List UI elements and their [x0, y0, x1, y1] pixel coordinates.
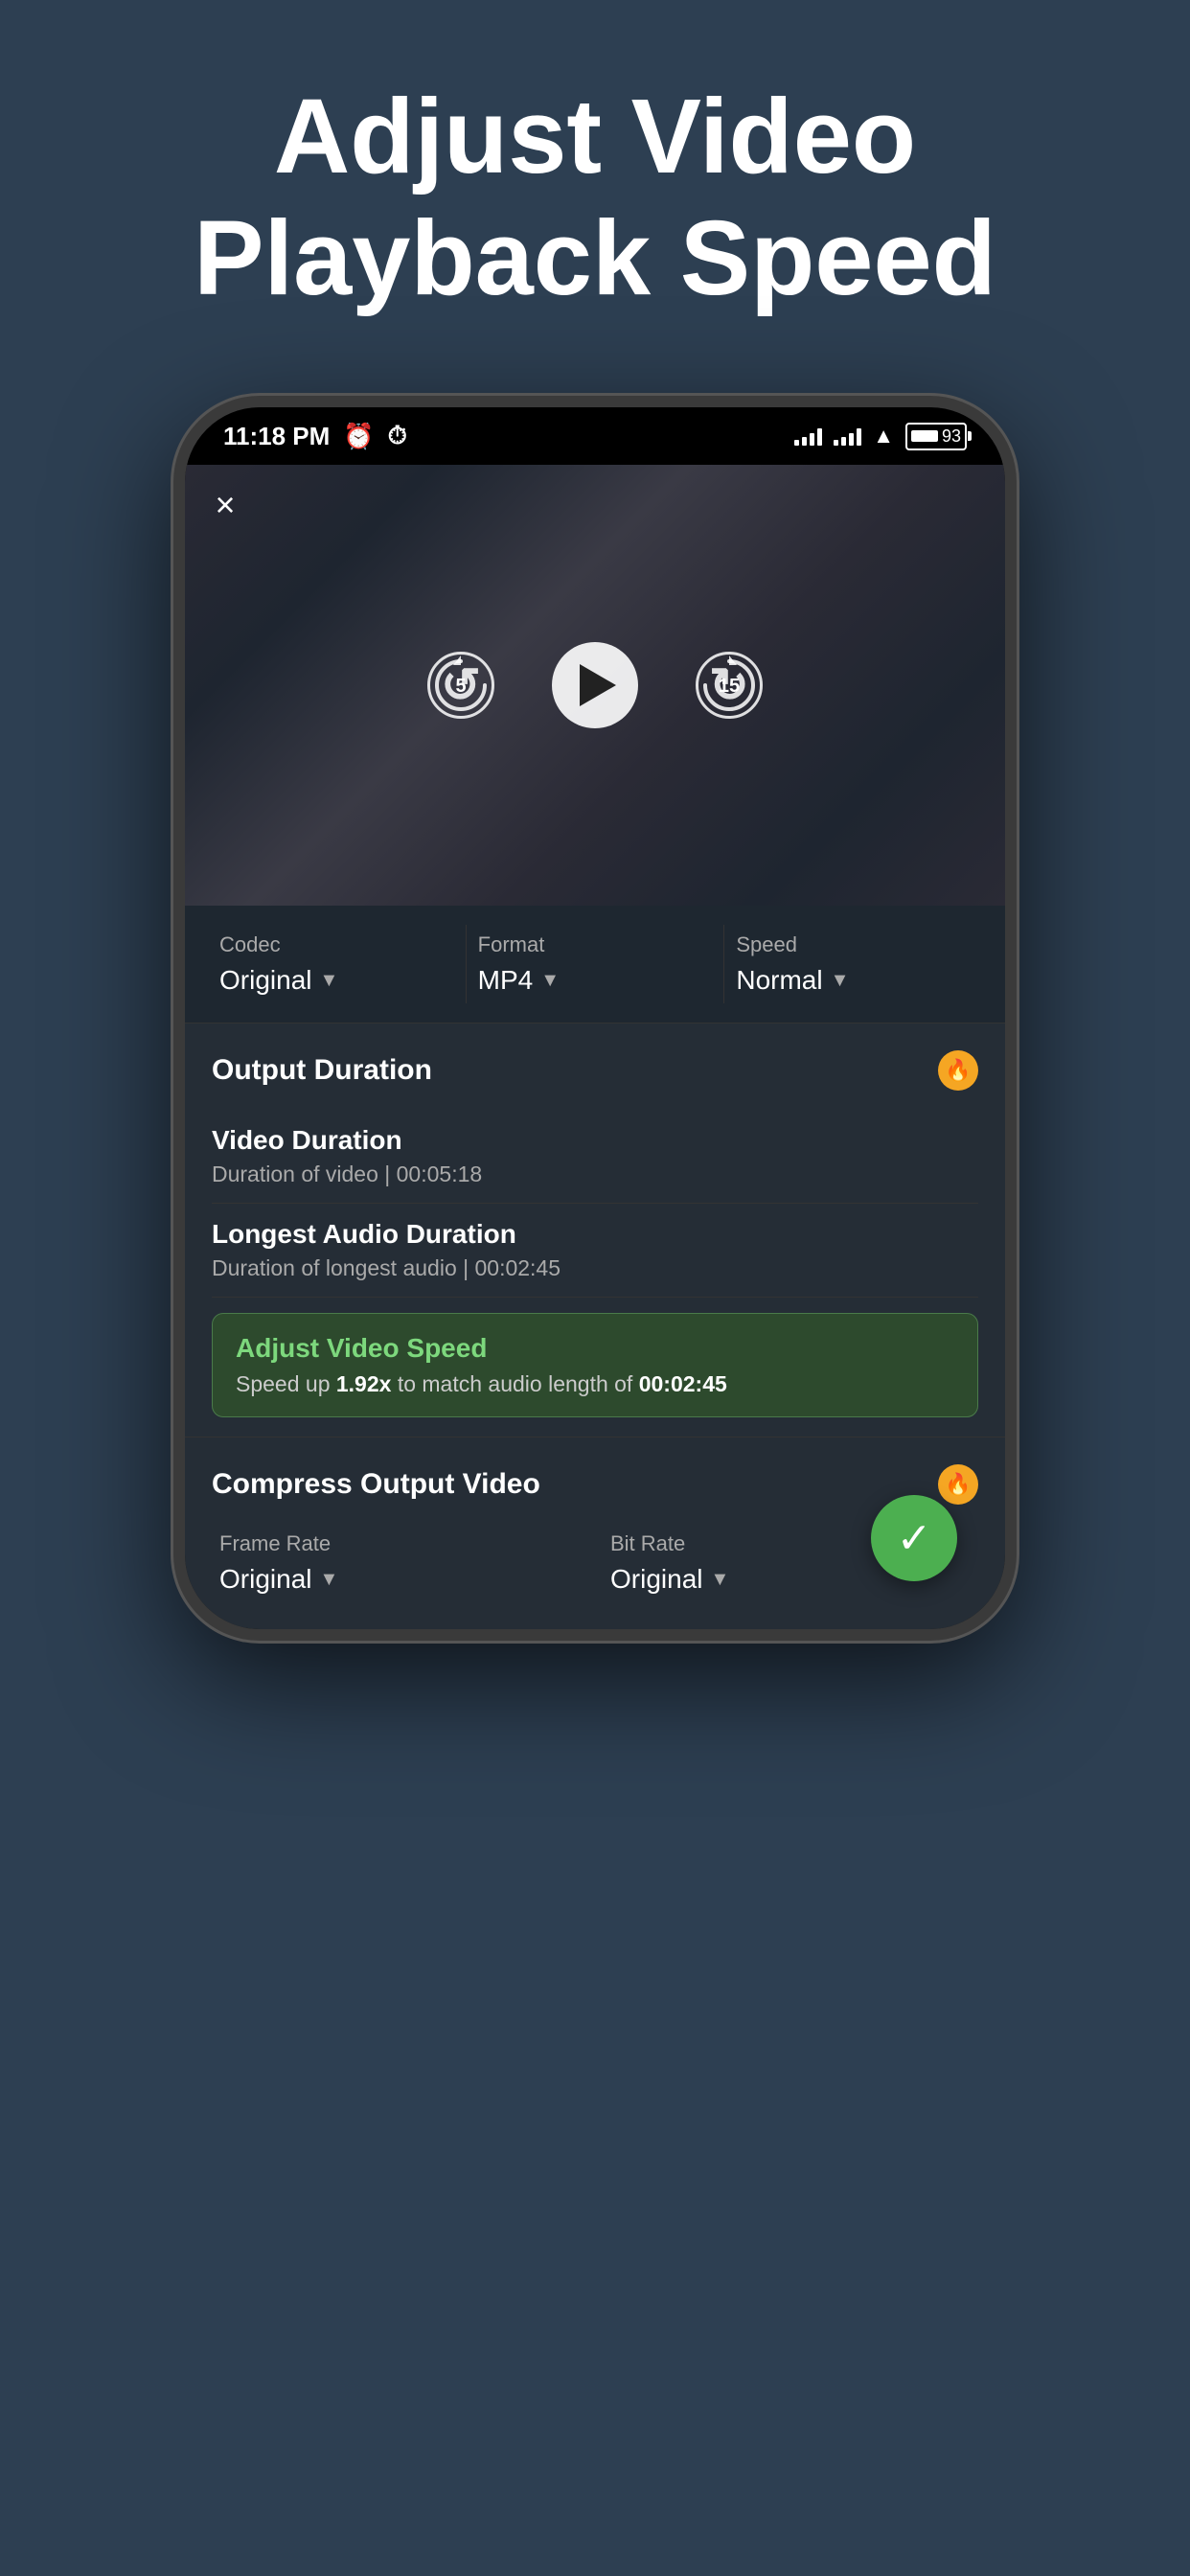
video-duration-item: Video Duration Duration of video | 00:05… — [212, 1110, 978, 1204]
play-icon — [580, 664, 616, 706]
video-background: × 5 — [185, 465, 1005, 906]
page-title: Adjust Video Playback Speed — [0, 0, 1190, 377]
bit-rate-dropdown-arrow: ▼ — [710, 1569, 729, 1591]
output-duration-section: Output Duration 🔥 Video Duration Duratio… — [185, 1023, 1005, 1437]
volume-up-button — [173, 637, 179, 714]
rewind-button[interactable]: 5 — [427, 652, 494, 719]
speed-dropdown-arrow: ▼ — [831, 970, 850, 992]
adjust-speed-card[interactable]: Adjust Video Speed Speed up 1.92x to mat… — [212, 1313, 978, 1417]
phone-mockup: 11:18 PM ⏰ ⏱ ▲ 93 — [0, 377, 1190, 1641]
adjust-speed-title: Adjust Video Speed — [236, 1333, 954, 1364]
phone-screen: 11:18 PM ⏰ ⏱ ▲ 93 — [185, 407, 1005, 1629]
confirm-fab[interactable]: ✓ — [871, 1495, 957, 1581]
volume-mute-button — [173, 561, 179, 618]
adjust-speed-description: Speed up 1.92x to match audio length of … — [236, 1371, 954, 1397]
status-right: ▲ 93 — [794, 423, 967, 450]
output-duration-header: Output Duration 🔥 — [185, 1024, 1005, 1110]
clock: 11:18 PM — [223, 422, 330, 451]
format-label: Format — [478, 932, 713, 957]
status-bar: 11:18 PM ⏰ ⏱ ▲ 93 — [185, 407, 1005, 465]
check-icon: ✓ — [897, 1514, 932, 1563]
format-selector[interactable]: Format MP4 ▼ — [467, 925, 724, 1003]
speed-value: Normal ▼ — [736, 965, 971, 996]
phone-body: 11:18 PM ⏰ ⏱ ▲ 93 — [173, 396, 1017, 1641]
timer-icon: ⏱ — [388, 421, 407, 451]
compress-output-title: Compress Output Video — [212, 1468, 540, 1501]
fire-badge: 🔥 — [938, 1050, 978, 1091]
audio-duration-title: Longest Audio Duration — [212, 1219, 978, 1250]
signal-strength-2-icon — [834, 426, 861, 446]
speed-label: Speed — [736, 932, 971, 957]
video-player: × 5 — [185, 465, 1005, 906]
codec-dropdown-arrow: ▼ — [319, 970, 338, 992]
notch — [499, 407, 691, 438]
close-button[interactable]: × — [204, 484, 246, 526]
codec-label: Codec — [219, 932, 454, 957]
battery-icon: 93 — [905, 423, 967, 450]
forward-seconds: 15 — [719, 676, 740, 698]
format-value: MP4 ▼ — [478, 965, 713, 996]
compress-fire-badge: 🔥 — [938, 1464, 978, 1505]
format-dropdown-arrow: ▼ — [540, 970, 560, 992]
forward-button[interactable]: 15 — [696, 652, 763, 719]
signal-strength-icon — [794, 426, 822, 446]
video-duration-sub: Duration of video | 00:05:18 — [212, 1162, 978, 1187]
status-left: 11:18 PM ⏰ ⏱ — [223, 421, 407, 451]
codec-selector[interactable]: Codec Original ▼ — [208, 925, 466, 1003]
export-settings-panel: Codec Original ▼ Format MP4 ▼ Spee — [185, 906, 1005, 1023]
video-duration-title: Video Duration — [212, 1125, 978, 1156]
play-button[interactable] — [552, 642, 638, 728]
frame-rate-selector[interactable]: Frame Rate Original ▼ — [204, 1524, 595, 1602]
frame-rate-dropdown-arrow: ▼ — [319, 1569, 338, 1591]
frame-rate-value: Original ▼ — [219, 1564, 580, 1595]
player-controls: 5 15 — [427, 642, 763, 728]
audio-duration-item: Longest Audio Duration Duration of longe… — [212, 1204, 978, 1298]
output-duration-title: Output Duration — [212, 1054, 432, 1087]
codec-value: Original ▼ — [219, 965, 454, 996]
battery-level: 93 — [942, 426, 961, 447]
audio-length-time: 00:02:45 — [639, 1371, 727, 1396]
frame-rate-label: Frame Rate — [219, 1531, 580, 1556]
speed-multiplier: 1.92x — [336, 1371, 392, 1396]
alarm-icon: ⏰ — [343, 422, 374, 451]
audio-duration-sub: Duration of longest audio | 00:02:45 — [212, 1255, 978, 1281]
rewind-seconds: 5 — [455, 676, 466, 698]
output-duration-content: Video Duration Duration of video | 00:05… — [185, 1110, 1005, 1437]
volume-down-button — [173, 733, 179, 810]
speed-selector[interactable]: Speed Normal ▼ — [724, 925, 982, 1003]
wifi-icon: ▲ — [873, 424, 894, 448]
power-button — [1011, 676, 1017, 800]
